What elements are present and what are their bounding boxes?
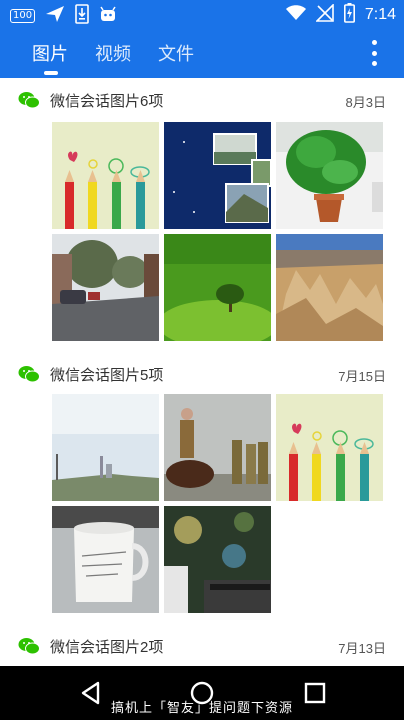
group-header[interactable]: 微信会话图片2项 7月13日 [0,624,404,666]
more-options-icon[interactable] [370,40,378,66]
group-header[interactable]: 微信会话图片5项 7月15日 [0,352,404,396]
download-icon [75,4,89,28]
image-thumbnail[interactable] [52,234,159,341]
watermark-text: 搞机上「智友」提问题下资源 [110,700,293,715]
image-thumbnail[interactable] [276,234,383,341]
group-date: 8月3日 [345,95,386,110]
wechat-icon [18,92,40,109]
image-thumbnail[interactable] [52,122,159,229]
image-thumbnail[interactable] [164,122,271,229]
image-thumbnail[interactable] [164,506,271,613]
image-thumbnail[interactable] [164,394,271,501]
wechat-icon [18,638,40,655]
wechat-icon [18,366,40,383]
group-header[interactable]: 微信会话图片6项 8月3日 [0,78,404,122]
app-bar: 图片 视频 文件 [0,28,404,78]
image-thumbnail[interactable] [276,122,383,229]
battery-100-badge: 100 [10,9,36,23]
image-thumbnail[interactable] [276,394,383,501]
group-date: 7月13日 [338,641,386,656]
group-date: 7月15日 [338,369,386,384]
image-thumbnail[interactable] [164,234,271,341]
tab-files[interactable]: 文件 [158,40,194,66]
tab-indicator [44,71,58,75]
image-thumbnail[interactable] [52,506,159,613]
group-title: 微信会话图片6项 [50,93,164,110]
tab-images[interactable]: 图片 [32,40,68,66]
wifi-icon [285,5,306,25]
tab-videos[interactable]: 视频 [95,40,131,66]
group-title: 微信会话图片5项 [50,367,164,384]
no-sim-icon [314,3,334,26]
battery-charging-icon [343,3,355,27]
clock: 7:14 [364,6,396,23]
send-icon [45,5,65,27]
status-bar: 100 7:14 [0,0,404,28]
image-thumbnail[interactable] [52,394,159,501]
android-icon [99,5,117,27]
group-title: 微信会话图片2项 [50,639,164,656]
image-list: 微信会话图片6项 8月3日 微信会话图片5项 7月15日 微信会话图片2项 7月… [0,78,404,666]
